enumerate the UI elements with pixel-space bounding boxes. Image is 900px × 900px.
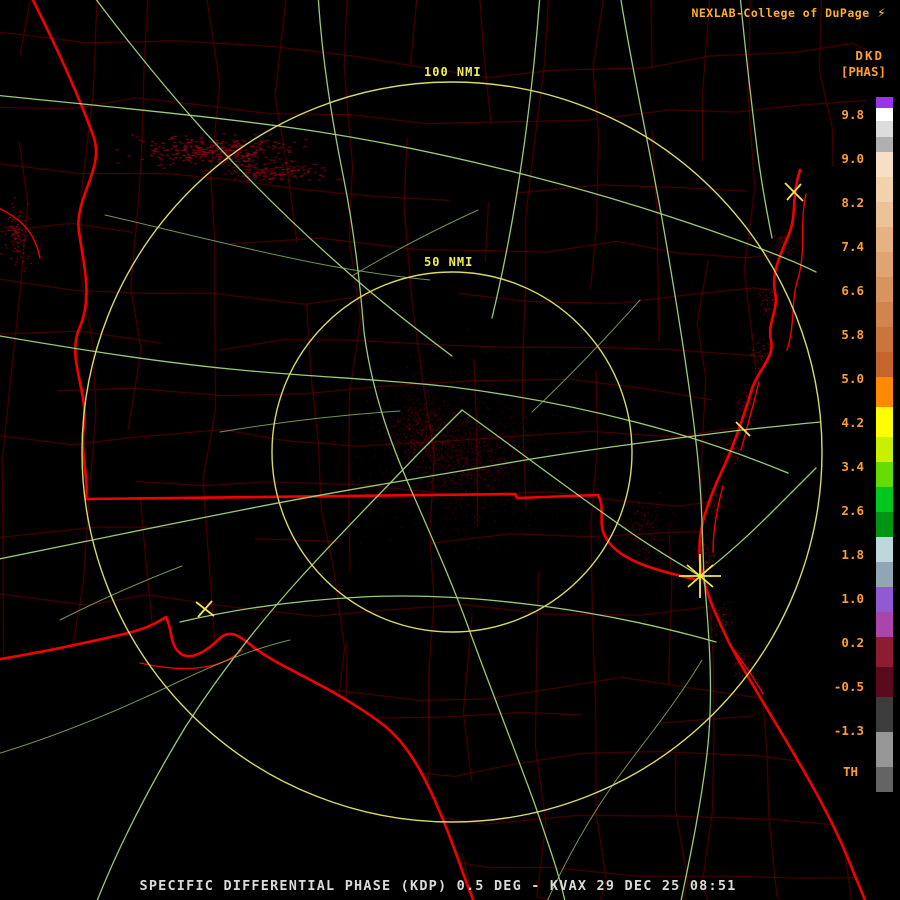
colorbar-segment bbox=[876, 352, 893, 377]
colorbar-segment bbox=[876, 202, 893, 227]
colorbar-segment bbox=[876, 137, 893, 152]
colorbar-segment bbox=[876, 462, 893, 487]
colorbar-unit-label: TH bbox=[842, 764, 858, 779]
colorbar bbox=[876, 97, 893, 792]
colorbar-segment bbox=[876, 697, 893, 732]
colorbar-segment bbox=[876, 121, 893, 137]
colorbar-segment bbox=[876, 108, 893, 121]
range-ring-label-100: 100 NMI bbox=[424, 65, 482, 79]
product-tag: [PHAS] bbox=[840, 64, 886, 79]
colorbar-segment bbox=[876, 407, 893, 437]
colorbar-segment bbox=[876, 767, 893, 792]
colorbar-segment bbox=[876, 437, 893, 462]
colorbar-segment bbox=[876, 612, 893, 637]
colorbar-segment bbox=[876, 562, 893, 587]
colorbar-segment bbox=[876, 252, 893, 277]
brand-text: NEXLAB-College of DuPage bbox=[691, 6, 870, 20]
colorbar-segment bbox=[876, 732, 893, 767]
colorbar-segment bbox=[876, 327, 893, 352]
lightning-icon: ⚡ bbox=[877, 6, 886, 20]
product-title: SPECIFIC DIFFERENTIAL PHASE (KDP) 0.5 DE… bbox=[139, 878, 737, 894]
colorbar-segment bbox=[876, 637, 893, 667]
radar-map-canvas bbox=[0, 0, 900, 900]
colorbar-segment bbox=[876, 177, 893, 202]
colorbar-segment bbox=[876, 152, 893, 177]
colorbar-segment bbox=[876, 277, 893, 302]
colorbar-segment bbox=[876, 377, 893, 407]
radar-display: 100 NMI 50 NMI NEXLAB-College of DuPage … bbox=[0, 0, 900, 900]
colorbar-segment bbox=[876, 227, 893, 252]
colorbar-segment bbox=[876, 97, 893, 108]
colorbar-segment bbox=[876, 537, 893, 562]
range-ring-label-50: 50 NMI bbox=[424, 255, 474, 269]
product-code: DKD bbox=[855, 48, 884, 63]
brand: NEXLAB-College of DuPage ⚡ bbox=[691, 6, 886, 20]
colorbar-segment bbox=[876, 487, 893, 512]
colorbar-segment bbox=[876, 512, 893, 537]
colorbar-segment bbox=[876, 587, 893, 612]
colorbar-segment bbox=[876, 667, 893, 697]
colorbar-segment bbox=[876, 302, 893, 327]
